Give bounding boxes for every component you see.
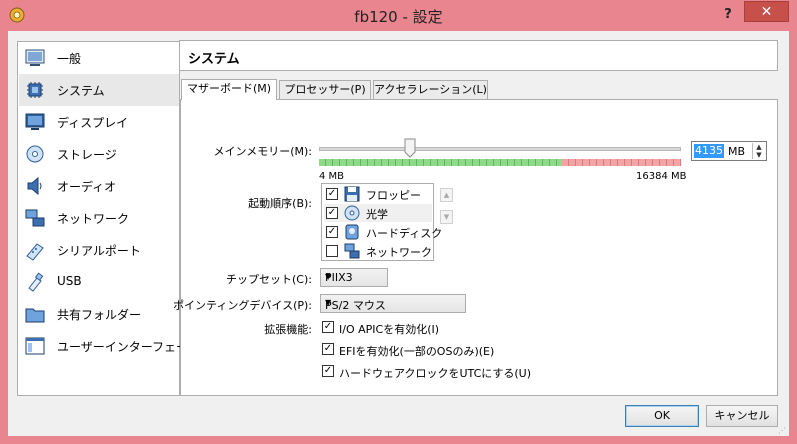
sidebar-item-user-interface[interactable]: ユーザーインターフェース <box>19 330 199 362</box>
ioapic-checkbox[interactable]: ✓ <box>322 321 334 333</box>
usb-icon <box>28 272 44 292</box>
help-button[interactable]: ? <box>720 7 736 23</box>
pointing-device-label: ポインティングデバイス(P): <box>173 299 312 312</box>
sidebar-item-label: USB <box>57 274 82 288</box>
list-item[interactable]: ✓ 光学 <box>324 204 432 222</box>
boot-hdd-checkbox[interactable]: ✓ <box>326 226 338 238</box>
section-header: システム <box>179 40 778 71</box>
window-title: fb120 - 設定 <box>354 8 443 26</box>
serial-port-icon <box>26 243 44 261</box>
utc-clock-checkbox[interactable]: ✓ <box>322 365 334 377</box>
efi-checkbox[interactable]: ✓ <box>322 343 334 355</box>
audio-icon <box>27 176 42 196</box>
optical-disc-icon <box>344 205 360 221</box>
motherboard-panel: メインメモリー(M): 4 MB 16384 MB 4135 MB ▲ ▼ 起動… <box>173 99 778 396</box>
sidebar-item-label: ストレージ <box>57 148 117 162</box>
network-boot-icon <box>344 243 360 259</box>
chipset-select[interactable]: PIIX3 ▼ <box>320 268 388 287</box>
efi-label: EFIを有効化(一部のOSのみ)(E) <box>339 345 495 358</box>
memory-overcommit-zone <box>562 159 681 166</box>
spin-down-icon[interactable]: ▼ <box>753 151 765 159</box>
memory-min-label: 4 MB <box>319 171 345 182</box>
memory-label: メインメモリー(M): <box>213 145 312 158</box>
resize-grip-icon[interactable]: ⋰ <box>778 426 787 435</box>
chevron-down-icon: ▼ <box>325 298 332 307</box>
boot-item-label: フロッピー <box>366 189 421 202</box>
sidebar-item-label: 一般 <box>57 52 82 66</box>
memory-value[interactable]: 4135 <box>694 144 724 158</box>
general-icon <box>25 49 45 66</box>
section-title: システム <box>188 52 240 67</box>
memory-max-label: 16384 MB <box>636 171 687 182</box>
sidebar-item-system[interactable]: システム <box>19 74 179 106</box>
title-bar: fb120 - 設定 ? ✕ <box>0 0 797 32</box>
sidebar-item-label: シリアルポート <box>57 244 141 258</box>
spin-up-icon[interactable]: ▲ <box>753 143 765 151</box>
display-icon <box>25 113 45 130</box>
boot-network-checkbox[interactable] <box>326 245 338 257</box>
boot-item-label: 光学 <box>366 208 388 221</box>
boot-order-label: 起動順序(B): <box>248 197 312 210</box>
storage-icon <box>26 145 44 163</box>
boot-item-label: ネットワーク <box>366 246 432 259</box>
sidebar-item-label: オーディオ <box>57 180 117 194</box>
close-button[interactable]: ✕ <box>744 1 789 22</box>
chevron-down-icon: ▼ <box>325 272 332 281</box>
settings-window: fb120 - 設定 ? ✕ 一般 システム ディスプレイ ストレージ オーディ… <box>0 0 797 444</box>
memory-unit: MB <box>728 145 746 158</box>
sidebar-item-label: ユーザーインターフェース <box>57 340 200 354</box>
sidebar-item-label: ネットワーク <box>57 212 130 226</box>
boot-floppy-checkbox[interactable]: ✓ <box>326 188 338 200</box>
boot-move-down-button[interactable]: ▼ <box>440 210 453 224</box>
sidebar-item-network[interactable]: ネットワーク <box>19 202 179 234</box>
ok-button[interactable]: OK <box>625 405 699 427</box>
settings-sidebar: 一般 システム ディスプレイ ストレージ オーディオ ネットワーク シリアルポー… <box>17 41 199 396</box>
tab-acceleration[interactable]: アクセラレーション(L) <box>373 80 488 99</box>
floppy-icon <box>344 186 360 202</box>
chipset-label: チップセット(C): <box>226 273 312 286</box>
list-item[interactable]: ✓ ハードディスク <box>324 223 442 241</box>
extended-features-label: 拡張機能: <box>264 323 312 336</box>
user-interface-icon <box>25 337 45 355</box>
list-item[interactable]: ネットワーク <box>324 242 432 260</box>
sidebar-item-audio[interactable]: オーディオ <box>19 170 179 202</box>
memory-spinbox[interactable]: 4135 MB ▲ ▼ <box>691 141 767 161</box>
sidebar-item-label: 共有フォルダー <box>57 308 142 322</box>
sidebar-item-general[interactable]: 一般 <box>19 42 179 74</box>
sidebar-item-display[interactable]: ディスプレイ <box>19 106 179 138</box>
tab-processor[interactable]: プロセッサー(P) <box>279 80 371 99</box>
list-item[interactable]: ✓ フロッピー <box>324 185 432 203</box>
boot-optical-checkbox[interactable]: ✓ <box>326 207 338 219</box>
sidebar-item-serial-port[interactable]: シリアルポート <box>19 234 179 266</box>
memory-spin-buttons[interactable]: ▲ ▼ <box>752 143 765 159</box>
ioapic-label: I/O APICを有効化(I) <box>339 323 440 336</box>
sidebar-item-shared-folder[interactable]: 共有フォルダー <box>19 298 179 330</box>
cancel-button[interactable]: キャンセル <box>706 405 778 427</box>
system-icon <box>27 82 43 98</box>
utc-clock-label: ハードウェアクロックをUTCにする(U) <box>339 367 531 380</box>
memory-slider-track[interactable] <box>319 147 681 151</box>
boot-move-up-button[interactable]: ▲ <box>440 188 453 202</box>
memory-slider-thumb[interactable] <box>404 138 416 158</box>
network-icon <box>25 209 45 227</box>
boot-item-label: ハードディスク <box>366 227 443 240</box>
tab-motherboard[interactable]: マザーボード(M) <box>181 79 277 100</box>
sidebar-item-label: システム <box>57 84 105 98</box>
sidebar-item-storage[interactable]: ストレージ <box>19 138 179 170</box>
pointing-device-select[interactable]: PS/2 マウス ▼ <box>320 294 466 313</box>
sidebar-item-label: ディスプレイ <box>57 116 129 130</box>
dialog-body: 一般 システム ディスプレイ ストレージ オーディオ ネットワーク シリアルポー… <box>8 31 789 436</box>
boot-order-list[interactable]: ✓ フロッピー ✓ 光学 ✓ ハードディスク ネットワーク <box>321 183 442 261</box>
memory-safe-zone <box>319 159 562 166</box>
shared-folder-icon <box>25 308 45 323</box>
sidebar-item-usb[interactable]: USB <box>19 266 179 298</box>
hard-disk-icon <box>345 224 359 240</box>
